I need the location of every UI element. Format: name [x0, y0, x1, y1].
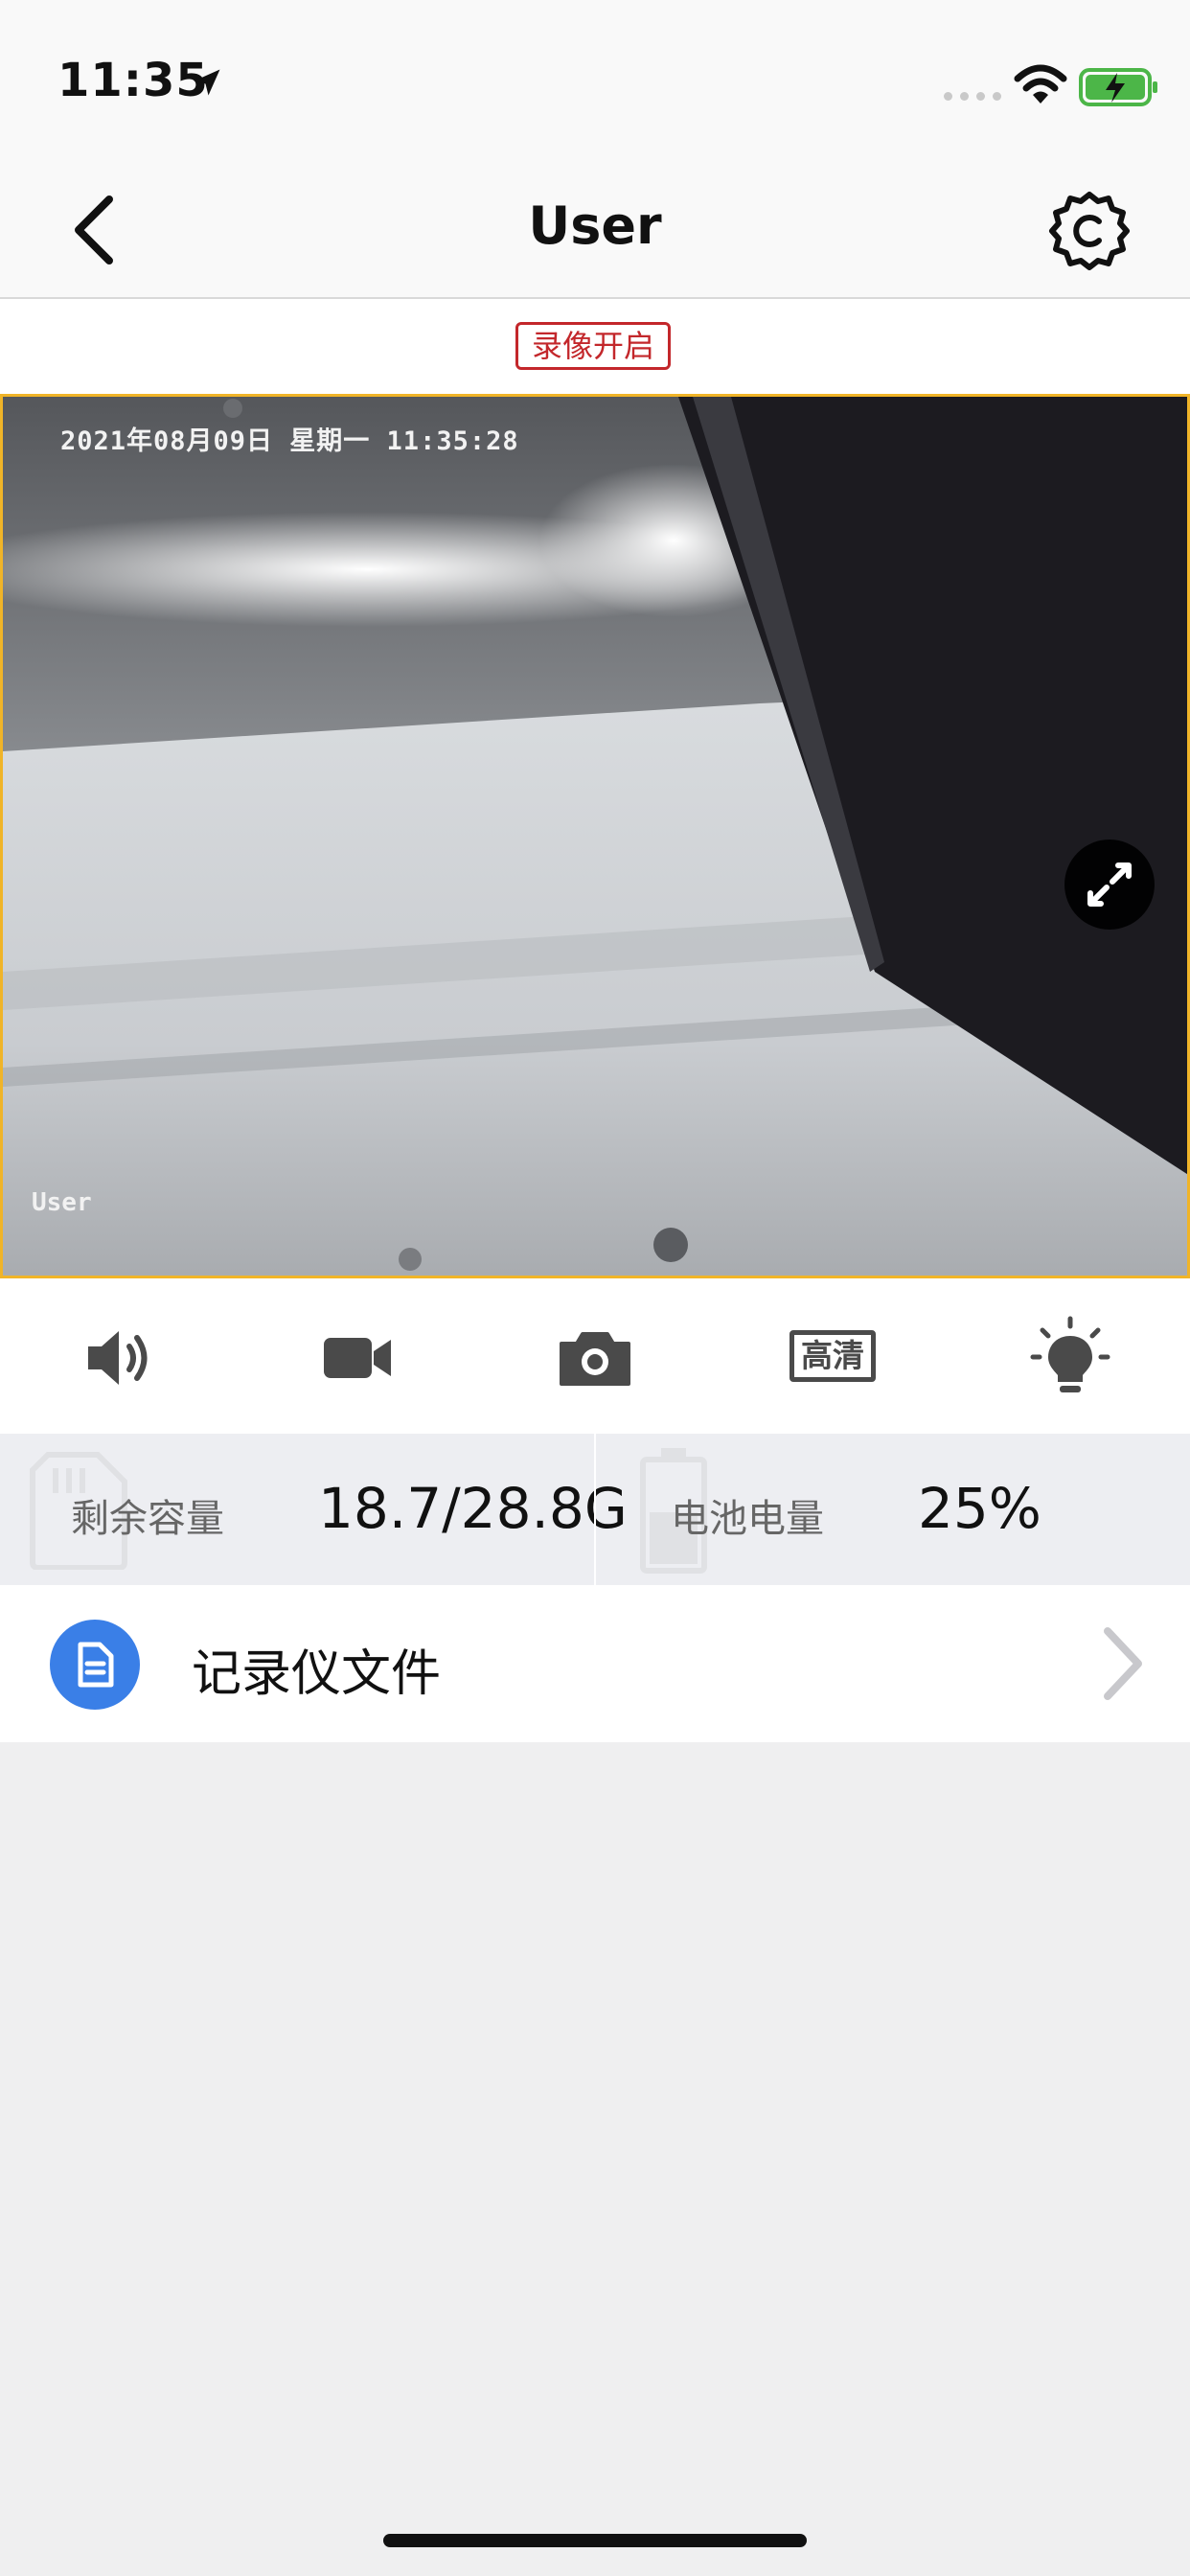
- camera-controls: 高清: [0, 1278, 1190, 1434]
- status-bar: 11:35: [0, 0, 1190, 153]
- battery-charging-icon: [1079, 68, 1157, 106]
- hd-quality-button[interactable]: 高清: [790, 1315, 876, 1401]
- recording-on-badge: 录像开启: [515, 322, 671, 370]
- audio-toggle-button[interactable]: [77, 1315, 163, 1401]
- cellular-signal-icon: [944, 92, 1001, 101]
- light-toggle-button[interactable]: [1027, 1315, 1113, 1401]
- lightbulb-icon: [1030, 1316, 1110, 1392]
- camera-icon: [560, 1332, 630, 1386]
- recording-status-row: 录像开启: [0, 299, 1190, 395]
- video-timestamp: 2021年08月09日 星期一 11:35:28: [60, 426, 519, 456]
- recorder-files-label: 记录仪文件: [192, 1645, 442, 1703]
- status-time: 11:35: [57, 54, 209, 107]
- storage-value: 18.7/28.8G: [318, 1476, 628, 1541]
- video-camera-icon: [324, 1338, 391, 1378]
- speaker-icon: [88, 1331, 148, 1385]
- fullscreen-button[interactable]: [1064, 840, 1155, 930]
- recorder-files-row[interactable]: 记录仪文件: [0, 1585, 1190, 1742]
- snapshot-button[interactable]: [552, 1315, 638, 1401]
- record-video-button[interactable]: [314, 1315, 400, 1401]
- battery-value: 25%: [918, 1476, 1041, 1541]
- expand-icon: [1087, 862, 1132, 907]
- location-arrow-icon: [194, 69, 220, 96]
- info-divider: [594, 1434, 596, 1585]
- storage-label: 剩余容量: [71, 1497, 224, 1541]
- camera-feed-image: [3, 397, 1187, 1276]
- navigation-bar: User: [0, 153, 1190, 299]
- battery-label: 电池电量: [671, 1497, 824, 1541]
- chevron-right-icon: [1104, 1627, 1142, 1700]
- wifi-icon: [1014, 64, 1067, 104]
- live-video-view[interactable]: 2021年08月09日 星期一 11:35:28 User: [0, 394, 1190, 1278]
- page-title: User: [528, 196, 662, 256]
- video-user-watermark: User: [32, 1188, 92, 1217]
- settings-gear-icon[interactable]: [1048, 190, 1131, 272]
- home-indicator[interactable]: [383, 2534, 807, 2547]
- file-icon: [50, 1620, 140, 1710]
- hd-label: 高清: [790, 1330, 876, 1382]
- device-info-row: 剩余容量 18.7/28.8G 电池电量 25%: [0, 1434, 1190, 1585]
